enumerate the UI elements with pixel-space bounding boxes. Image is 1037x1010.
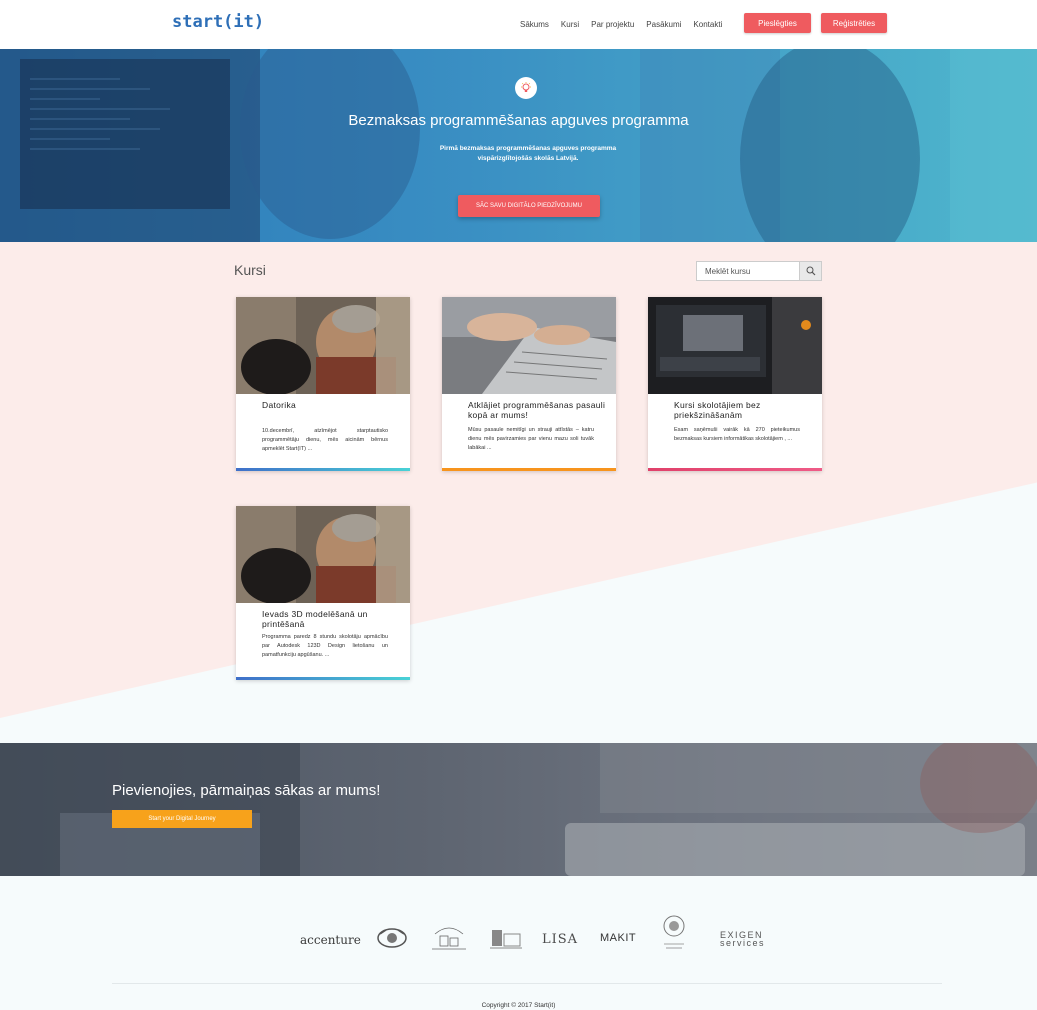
footer-divider <box>112 983 942 984</box>
top-navbar: start(it) Sākums Kursi Par projektu Pasā… <box>0 0 1037 49</box>
hero-banner: Bezmaksas programmēšanas apguves program… <box>0 49 1037 242</box>
partner-coat-of-arms-logo[interactable] <box>660 914 688 956</box>
courses-title: Kursi <box>234 262 266 278</box>
lightbulb-icon <box>515 77 537 99</box>
copyright-text: Copyright © 2017 Start(it) <box>481 1002 556 1009</box>
course-card-title: Atklājiet programmēšanas pasauli kopā ar… <box>468 400 606 420</box>
course-card-title: Ievads 3D modelēšanā un printēšanā <box>262 609 368 629</box>
search-icon <box>806 266 815 276</box>
start-journey-button[interactable]: SĀC SAVU DIGITĀLO PIEDZĪVOJUMU <box>458 195 600 217</box>
course-card-accent-bar <box>236 677 410 680</box>
course-search-input[interactable]: Meklēt kursu <box>696 261 800 281</box>
course-card-title: Kursi skolotājiem bez priekšzināšanām <box>674 400 761 420</box>
course-card-text: 10.decembrī, atzīmējot starptautisko pro… <box>262 428 388 452</box>
course-card-text: Programma paredz 8 stundu skolotāju apmā… <box>262 634 388 658</box>
course-card-3d-modeling[interactable]: Ievads 3D modelēšanā un printēšanā Progr… <box>236 506 410 680</box>
register-button[interactable]: Reģistrēties <box>821 13 887 33</box>
site-logo[interactable]: start(it) <box>172 12 264 32</box>
join-banner: Pievienojies, pārmaiņas sākas ar mums! S… <box>0 743 1037 876</box>
course-card-teachers[interactable]: Kursi skolotājiem bez priekšzināšanām Es… <box>648 297 822 471</box>
course-card-image <box>236 506 410 603</box>
join-title: Pievienojies, pārmaiņas sākas ar mums! <box>112 782 381 799</box>
course-card-title: Datorika <box>262 400 297 410</box>
course-card-programming-world[interactable]: Atklājiet programmēšanas pasauli kopā ar… <box>442 297 616 471</box>
nav-link-events[interactable]: Pasākumi <box>646 20 681 29</box>
course-card-datorika[interactable]: Datorika 10.decembrī, atzīmējot starptau… <box>236 297 410 471</box>
course-card-text: Esam saņēmuši vairāk kā 270 pieteikumus … <box>674 427 800 442</box>
partner-school-logo[interactable] <box>430 920 468 954</box>
login-button[interactable]: Pieslēgties <box>744 13 811 33</box>
nav-link-courses[interactable]: Kursi <box>561 20 579 29</box>
course-card-image <box>236 297 410 394</box>
partners-section: accenture LISA MAKIT EXIGEN services <box>0 876 1037 1010</box>
nav-links: Sākums Kursi Par projektu Pasākumi Konta… <box>520 0 734 49</box>
nav-link-home[interactable]: Sākums <box>520 20 549 29</box>
partner-exigen-bottom: services <box>720 938 766 948</box>
hero-title: Bezmaksas programmēšanas apguves program… <box>348 112 689 129</box>
course-card-text: Mūsu pasaule nemitīgi un strauji attīstā… <box>468 427 594 451</box>
partner-accenture-logo[interactable]: accenture <box>300 933 361 947</box>
nav-link-about[interactable]: Par projektu <box>591 20 634 29</box>
course-card-image <box>442 297 616 394</box>
partner-lisa-logo[interactable]: LISA <box>542 932 578 947</box>
nav-link-contacts[interactable]: Kontakti <box>693 20 722 29</box>
digital-journey-button[interactable]: Start your Digital Journey <box>112 810 252 828</box>
partner-makit-logo[interactable]: MAKIT <box>600 932 636 944</box>
course-card-accent-bar <box>442 468 616 471</box>
course-card-accent-bar <box>236 468 410 471</box>
partner-crest-logo[interactable] <box>376 926 408 950</box>
partner-exigen-logo[interactable]: EXIGEN services <box>720 931 766 948</box>
search-button[interactable] <box>799 261 822 281</box>
course-card-accent-bar <box>648 468 822 471</box>
partner-building-logo[interactable] <box>490 926 522 952</box>
hero-subtitle: Pirmā bezmaksas programmēšanas apguves p… <box>439 145 617 162</box>
course-card-image <box>648 297 822 394</box>
